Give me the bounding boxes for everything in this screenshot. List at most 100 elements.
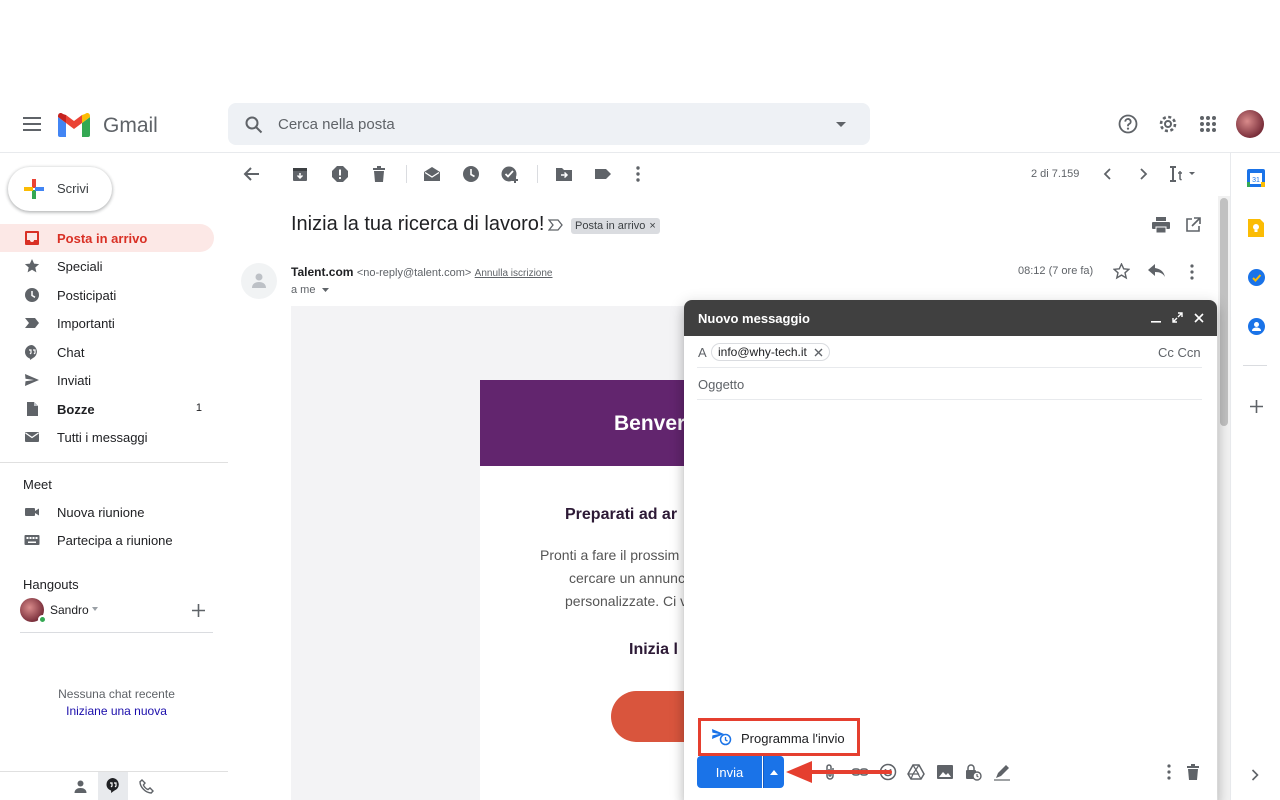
to-field-divider (697, 367, 1202, 368)
hangouts-section-title: Hangouts (23, 577, 79, 592)
star-icon (24, 259, 40, 273)
report-spam-icon[interactable] (330, 164, 350, 184)
hangouts-user-avatar[interactable] (20, 598, 47, 624)
insert-signature-icon[interactable] (993, 763, 1011, 781)
apps-grid-icon (1200, 116, 1216, 132)
gmail-m-icon (58, 113, 90, 137)
search-options-caret-icon[interactable] (836, 122, 846, 127)
more-send-options-button[interactable] (763, 756, 784, 788)
sender-name[interactable]: Talent.com (291, 265, 353, 279)
delete-trash-icon[interactable] (369, 164, 389, 184)
apps-button[interactable] (1188, 104, 1228, 144)
compose-title: Nuovo messaggio (698, 311, 810, 326)
insert-photo-icon[interactable] (936, 763, 954, 781)
contacts-person-icon[interactable] (73, 779, 88, 794)
svg-text:31: 31 (1252, 177, 1260, 184)
user-status-caret-icon[interactable] (92, 607, 98, 611)
compose-header[interactable]: Nuovo messaggio (684, 300, 1217, 336)
fullscreen-expand-icon[interactable] (1172, 312, 1183, 323)
email-body-line: cercare un annunc (569, 570, 685, 586)
person-placeholder-icon (252, 273, 266, 288)
settings-button[interactable] (1148, 104, 1188, 144)
contacts-app-button[interactable] (1248, 318, 1265, 335)
sidebar-item-important[interactable]: Importanti (0, 309, 214, 337)
email-body-line: personalizzate. Ci v (565, 593, 688, 609)
expand-panel-chevron-icon[interactable] (1251, 769, 1259, 781)
sidebar-item-sent[interactable]: Inviati (0, 366, 214, 394)
inbox-label-chip[interactable]: Posta in arrivo × (571, 218, 660, 234)
pagination-text: 2 di 7.159 (1031, 168, 1080, 180)
more-options-vertical-icon[interactable] (1160, 763, 1178, 781)
online-status-dot (38, 615, 47, 624)
remove-label-icon[interactable]: × (649, 220, 655, 232)
rail-divider (1243, 365, 1267, 366)
tasks-app-button[interactable] (1248, 269, 1265, 286)
send-button[interactable]: Invia (697, 756, 762, 788)
schedule-send-menu-item[interactable]: Programma l'invio (698, 718, 860, 756)
google-drive-icon[interactable] (907, 763, 925, 781)
subject-field[interactable]: Oggetto (698, 377, 1188, 395)
help-button[interactable] (1108, 104, 1148, 144)
message-body-editor[interactable] (698, 406, 1203, 706)
meet-section-title: Meet (23, 477, 52, 492)
sidebar-item-snoozed[interactable]: Posticipati (0, 281, 214, 309)
confidential-mode-icon[interactable] (964, 763, 982, 781)
remove-recipient-icon[interactable] (814, 348, 823, 357)
importance-marker-icon[interactable] (548, 219, 564, 231)
sidebar-item-starred[interactable]: Speciali (0, 252, 214, 280)
meet-item-label: Nuova riunione (57, 505, 145, 520)
main-menu-button[interactable] (12, 104, 52, 144)
sidebar-item-chat[interactable]: Chat (0, 338, 214, 366)
more-options-icon[interactable] (1184, 263, 1200, 281)
minimize-icon[interactable] (1151, 319, 1161, 323)
close-icon[interactable] (1194, 313, 1204, 323)
add-plus-icon[interactable] (192, 604, 205, 617)
sender-avatar[interactable] (241, 263, 277, 299)
email-body-heading: Preparati ad ar (565, 506, 678, 523)
discard-draft-trash-icon[interactable] (1184, 763, 1202, 781)
sidebar-item-inbox[interactable]: Posta in arrivo (0, 224, 214, 252)
account-avatar[interactable] (1236, 110, 1264, 138)
keep-app-button[interactable] (1248, 219, 1264, 237)
label-tag-icon[interactable] (593, 164, 613, 184)
start-new-chat-link[interactable]: Iniziane una nuova (20, 704, 213, 718)
unsubscribe-link[interactable]: Annulla iscrizione (475, 268, 553, 279)
compose-plus-icon (24, 179, 44, 199)
recipient-line[interactable]: a me (291, 284, 329, 296)
snooze-clock-icon[interactable] (461, 164, 481, 184)
main-scrollbar-track[interactable] (1218, 196, 1230, 800)
calendar-app-button[interactable]: 31 (1247, 168, 1265, 187)
archive-icon[interactable] (290, 164, 310, 184)
chat-tab[interactable] (98, 772, 128, 800)
open-in-new-window-icon[interactable] (1185, 217, 1201, 233)
print-icon[interactable] (1152, 217, 1170, 233)
chevron-left-icon[interactable] (1098, 164, 1118, 184)
meet-join-meeting[interactable]: Partecipa a riunione (0, 526, 214, 554)
meet-new-meeting[interactable]: Nuova riunione (0, 498, 214, 526)
recipient-address: info@why-tech.it (718, 345, 807, 359)
sidebar-item-all-mail[interactable]: Tutti i messaggi (0, 423, 214, 451)
add-to-tasks-icon[interactable] (500, 164, 520, 184)
label-chip-text: Posta in arrivo (575, 220, 646, 232)
mark-unread-icon[interactable] (422, 164, 442, 184)
compose-button[interactable]: Scrivi (8, 167, 112, 211)
move-to-folder-icon[interactable] (554, 164, 574, 184)
cc-bcc-link[interactable]: Cc Ccn (1158, 345, 1201, 360)
keep-notes-icon (1248, 219, 1264, 237)
hangouts-user-name[interactable]: Sandro (50, 603, 89, 617)
back-arrow-icon[interactable] (242, 164, 262, 184)
recipient-chip[interactable]: info@why-tech.it (711, 343, 830, 361)
search-bar[interactable]: Cerca nella posta (228, 103, 870, 145)
main-scrollbar-thumb[interactable] (1220, 198, 1228, 426)
hangouts-chat-icon (106, 778, 119, 793)
more-vertical-icon[interactable] (628, 164, 648, 184)
star-outline-icon[interactable] (1113, 263, 1130, 280)
search-input[interactable]: Cerca nella posta (278, 116, 395, 133)
chevron-right-icon[interactable] (1133, 164, 1153, 184)
get-addons-plus-icon[interactable] (1250, 400, 1263, 413)
phone-icon[interactable] (139, 779, 154, 794)
reply-icon[interactable] (1148, 264, 1166, 278)
sidebar-item-drafts[interactable]: Bozze 1 (0, 395, 214, 423)
input-tools-icon[interactable] (1167, 164, 1199, 184)
gmail-logo[interactable] (58, 113, 90, 137)
